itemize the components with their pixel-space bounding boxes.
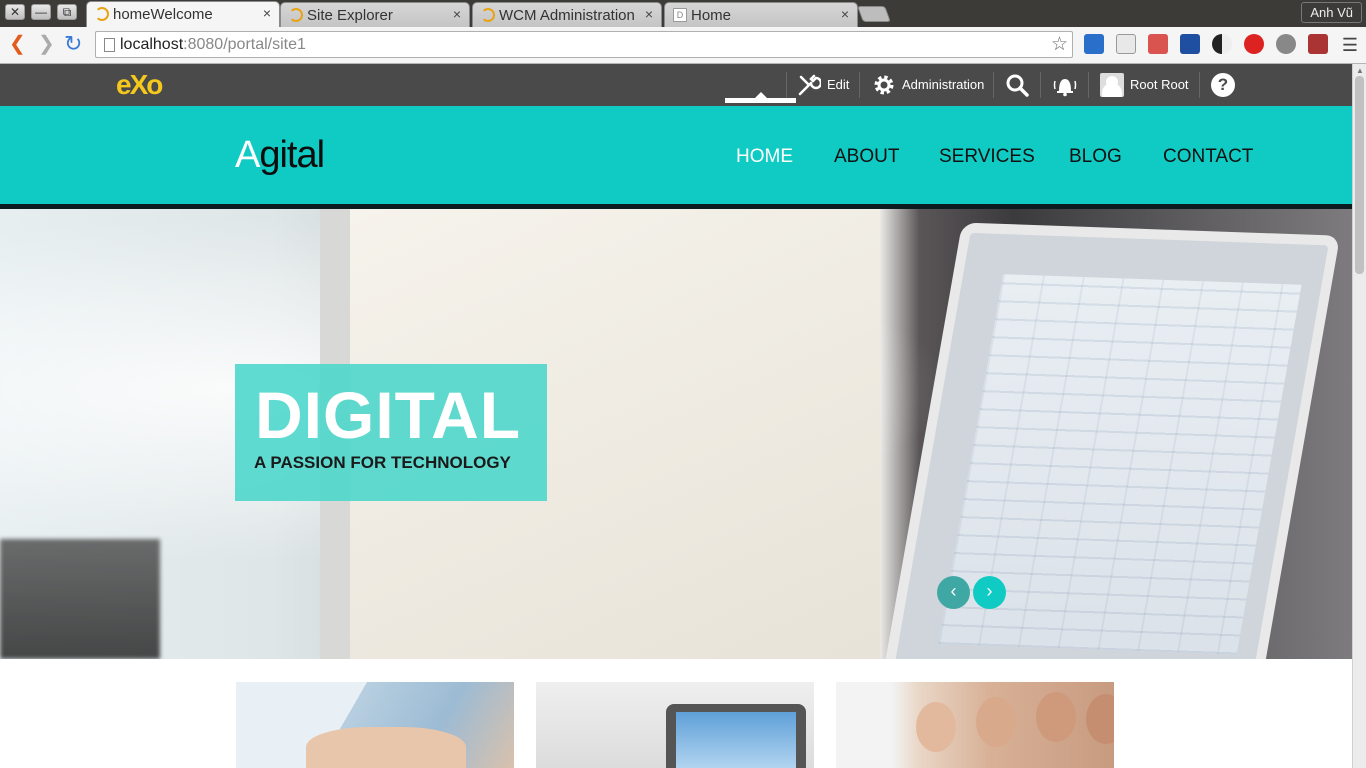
active-nav-indicator: [725, 92, 796, 103]
gear-icon: [874, 75, 894, 95]
administration-button[interactable]: Administration: [872, 64, 984, 106]
scrollbar-thumb[interactable]: [1355, 76, 1364, 274]
browser-tab[interactable]: homeWelcome ×: [86, 1, 280, 27]
tab-close-icon[interactable]: ×: [453, 6, 461, 22]
nav-item-contact[interactable]: CONTACT: [1163, 146, 1253, 168]
extension-icon[interactable]: [1212, 34, 1232, 54]
browser-toolbar: ❮ ❯ ↻ localhost:8080/portal/site1 ☆ ☰: [0, 27, 1366, 64]
nav-item-about[interactable]: ABOUT: [834, 146, 899, 168]
browser-tab[interactable]: D Home ×: [664, 2, 858, 27]
extension-icon[interactable]: [1148, 34, 1168, 54]
page-scrollbar[interactable]: ▲: [1352, 64, 1366, 768]
hero-subtitle: A PASSION FOR TECHNOLOGY: [254, 453, 511, 472]
site-header: Agital HOME ABOUT SERVICES BLOG CONTACT: [0, 106, 1352, 209]
edit-button[interactable]: Edit: [797, 64, 849, 106]
nav-item-home[interactable]: HOME: [736, 146, 793, 168]
nav-item-services[interactable]: SERVICES: [939, 146, 1035, 168]
slider-next-button[interactable]: ›: [973, 576, 1006, 609]
search-icon: [1006, 74, 1029, 97]
help-button[interactable]: ?: [1211, 64, 1235, 106]
edit-label: Edit: [827, 77, 850, 92]
window-close-button[interactable]: ✕: [5, 4, 25, 20]
bookmark-star-icon[interactable]: ☆: [1051, 33, 1068, 56]
tab-close-icon[interactable]: ×: [645, 6, 653, 22]
hero-slider: DIGITAL A PASSION FOR TECHNOLOGY ‹ ›: [0, 209, 1352, 659]
extension-icon[interactable]: [1276, 34, 1296, 54]
browser-tab[interactable]: WCM Administration ×: [472, 2, 662, 27]
administration-label: Administration: [902, 77, 985, 92]
page-icon: [104, 38, 115, 52]
document-icon: D: [673, 8, 687, 22]
wrench-icon: [798, 74, 821, 96]
url-host: localhost: [120, 36, 184, 53]
bell-icon: [1053, 79, 1077, 97]
tab-title: Site Explorer: [307, 7, 393, 24]
loading-icon: [95, 7, 109, 21]
hero-title: DIGITAL: [255, 378, 522, 452]
browser-tab-strip: ✕ — ⧉ homeWelcome × Site Explorer × WCM …: [0, 0, 1366, 27]
url-path: :8080/portal/site1: [183, 36, 306, 53]
exo-admin-bar: eXo Edit Administration Root Root ?: [0, 64, 1352, 106]
feature-image-team[interactable]: [836, 682, 1114, 768]
exo-logo[interactable]: eXo: [116, 69, 163, 101]
tab-title: WCM Administration: [499, 7, 635, 24]
nav-item-blog[interactable]: BLOG: [1069, 146, 1122, 168]
extension-icon[interactable]: [1308, 34, 1328, 54]
avatar: [1100, 73, 1124, 97]
loading-icon: [289, 8, 303, 22]
profile-button[interactable]: Anh Vũ: [1301, 2, 1362, 23]
feature-image-laptop[interactable]: [236, 682, 514, 768]
extension-icon[interactable]: [1180, 34, 1200, 54]
extension-icon[interactable]: [1244, 34, 1264, 54]
window-restore-button[interactable]: ⧉: [57, 4, 77, 20]
user-name: Root Root: [1130, 77, 1189, 92]
tab-close-icon[interactable]: ×: [841, 6, 849, 22]
browser-tab[interactable]: Site Explorer ×: [280, 2, 470, 27]
back-icon[interactable]: ❮: [9, 33, 26, 55]
forward-icon[interactable]: ❯: [38, 33, 55, 55]
notifications-button[interactable]: [1052, 64, 1084, 106]
reload-icon[interactable]: ↻: [64, 33, 82, 55]
menu-icon[interactable]: ☰: [1342, 35, 1358, 56]
scroll-up-icon[interactable]: ▲: [1356, 66, 1364, 75]
slider-prev-button[interactable]: ‹: [937, 576, 970, 609]
feature-image-tablet[interactable]: [536, 682, 814, 768]
help-icon: ?: [1211, 73, 1235, 97]
tab-title: homeWelcome: [113, 6, 213, 23]
site-brand-logo[interactable]: Agital: [235, 134, 325, 177]
address-bar[interactable]: localhost:8080/portal/site1 ☆: [95, 31, 1073, 58]
tab-title: Home: [691, 7, 732, 24]
user-menu-button[interactable]: Root Root: [1100, 64, 1189, 106]
loading-icon: [481, 8, 495, 22]
extension-icon[interactable]: [1116, 34, 1136, 54]
hero-caption: DIGITAL A PASSION FOR TECHNOLOGY: [235, 364, 547, 501]
window-minimize-button[interactable]: —: [31, 4, 51, 20]
new-tab-button[interactable]: [857, 6, 891, 22]
search-button[interactable]: [1005, 64, 1035, 106]
extension-icon[interactable]: [1084, 34, 1104, 54]
tab-close-icon[interactable]: ×: [263, 5, 271, 21]
